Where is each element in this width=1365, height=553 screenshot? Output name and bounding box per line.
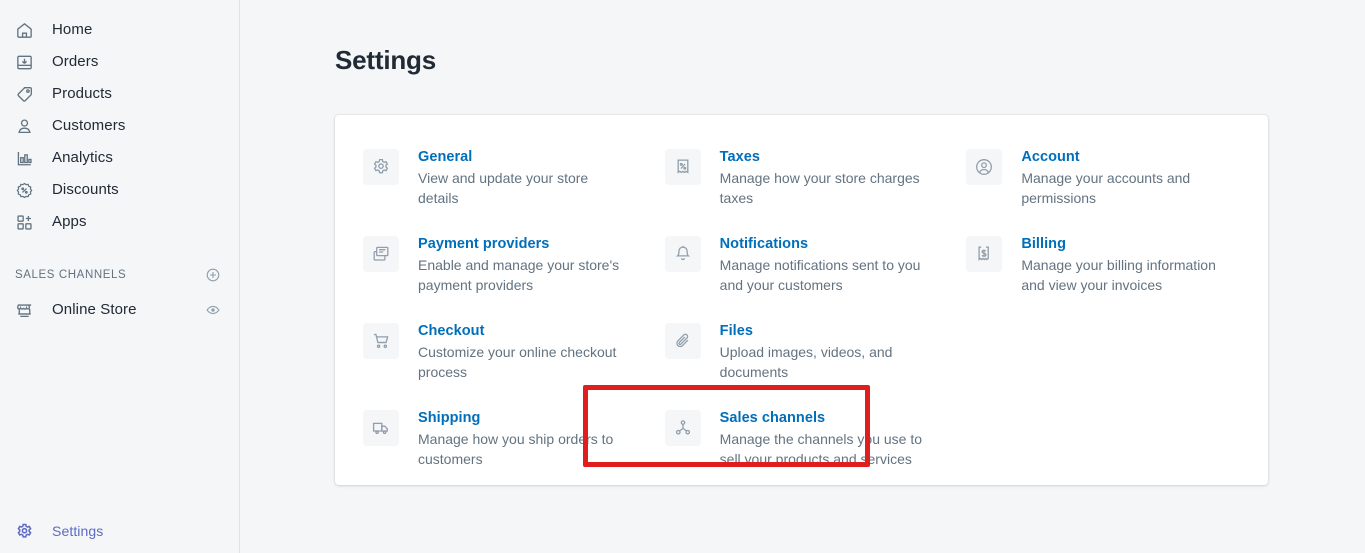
settings-item-desc: Manage how you ship orders to customers (418, 431, 614, 467)
gear-icon (363, 149, 399, 185)
settings-item-title[interactable]: Checkout (418, 321, 629, 341)
sidebar-item-customers[interactable]: Customers (0, 110, 239, 142)
sidebar-item-label: Orders (52, 53, 99, 70)
settings-item-body: Shipping Manage how you ship orders to c… (418, 408, 629, 469)
analytics-bars-icon (14, 148, 34, 168)
settings-item-files[interactable]: Files Upload images, videos, and documen… (647, 313, 949, 400)
settings-item-desc: View and update your store details (418, 170, 589, 206)
settings-grid: General View and update your store detai… (335, 115, 1268, 497)
settings-item-title[interactable]: Billing (1021, 234, 1232, 254)
sidebar-item-label: Analytics (52, 149, 113, 166)
settings-item-body: Account Manage your accounts and permiss… (1021, 147, 1232, 208)
settings-item-taxes[interactable]: Taxes Manage how your store charges taxe… (647, 139, 949, 226)
delivery-truck-icon (363, 410, 399, 446)
sidebar-nav-list: Home Orders Products Customers Analytics… (0, 0, 239, 238)
settings-item-checkout[interactable]: Checkout Customize your online checkout … (345, 313, 647, 400)
eye-icon[interactable] (205, 302, 221, 318)
sidebar: Home Orders Products Customers Analytics… (0, 0, 240, 553)
settings-item-desc: Customize your online checkout process (418, 344, 617, 380)
settings-item-payment-providers[interactable]: Payment providers Enable and manage your… (345, 226, 647, 313)
settings-item-desc: Manage your billing information and view… (1021, 257, 1216, 293)
settings-item-body: Payment providers Enable and manage your… (418, 234, 629, 295)
orders-icon (14, 52, 34, 72)
plus-circle-icon[interactable] (205, 267, 221, 283)
settings-item-empty-1 (948, 313, 1250, 400)
settings-item-desc: Manage notifications sent to you and you… (719, 257, 921, 293)
billing-dollar-receipt-icon (966, 236, 1003, 272)
settings-item-desc: Upload images, videos, and documents (719, 344, 893, 380)
settings-item-body: Billing Manage your billing information … (1021, 234, 1232, 295)
sales-channels-title: SALES CHANNELS (15, 269, 127, 281)
settings-item-title[interactable]: Shipping (418, 408, 629, 428)
settings-item-billing[interactable]: Billing Manage your billing information … (948, 226, 1250, 313)
paperclip-icon (664, 323, 701, 359)
settings-item-desc: Manage the channels you use to sell your… (719, 431, 923, 467)
settings-item-title[interactable]: Payment providers (418, 234, 629, 254)
bell-icon (664, 236, 701, 272)
shopping-cart-icon (363, 323, 399, 359)
account-circle-person-icon (966, 149, 1003, 185)
tax-receipt-percent-icon (664, 149, 701, 185)
sidebar-item-home[interactable]: Home (0, 14, 239, 46)
settings-item-body: General View and update your store detai… (418, 147, 629, 208)
settings-item-general[interactable]: General View and update your store detai… (345, 139, 647, 226)
settings-item-sales-channels[interactable]: Sales channels Manage the channels you u… (647, 400, 949, 487)
shopify-admin-window: Home Orders Products Customers Analytics… (0, 0, 1365, 553)
sidebar-item-label: Customers (52, 117, 126, 134)
settings-item-body: Checkout Customize your online checkout … (418, 321, 629, 382)
sidebar-item-discounts[interactable]: Discounts (0, 174, 239, 206)
settings-item-title[interactable]: Notifications (720, 234, 931, 254)
store-icon (14, 300, 34, 320)
payment-cards-icon (363, 236, 399, 272)
products-tag-icon (14, 84, 34, 104)
settings-item-body: Taxes Manage how your store charges taxe… (720, 147, 931, 208)
settings-item-account[interactable]: Account Manage your accounts and permiss… (948, 139, 1250, 226)
sidebar-item-analytics[interactable]: Analytics (0, 142, 239, 174)
settings-item-desc: Enable and manage your store's payment p… (418, 257, 620, 293)
sidebar-item-products[interactable]: Products (0, 78, 239, 110)
home-icon (14, 20, 34, 40)
settings-item-desc: Manage your accounts and permissions (1021, 170, 1191, 206)
sidebar-item-label: Apps (52, 213, 87, 230)
settings-item-title[interactable]: General (418, 147, 629, 167)
sidebar-item-label: Online Store (52, 301, 137, 318)
settings-item-empty-2 (948, 400, 1250, 487)
sidebar-item-label: Home (52, 21, 93, 38)
apps-grid-plus-icon (14, 212, 34, 232)
settings-item-shipping[interactable]: Shipping Manage how you ship orders to c… (345, 400, 647, 487)
settings-item-body: Notifications Manage notifications sent … (720, 234, 931, 295)
settings-item-title[interactable]: Files (720, 321, 931, 341)
sidebar-item-orders[interactable]: Orders (0, 46, 239, 78)
settings-item-body: Sales channels Manage the channels you u… (720, 408, 931, 469)
main-content: Settings General View and update your st… (240, 0, 1365, 553)
sidebar-item-apps[interactable]: Apps (0, 206, 239, 238)
page-title: Settings (335, 45, 436, 75)
sales-channels-node-icon (664, 410, 701, 446)
settings-item-title[interactable]: Taxes (720, 147, 931, 167)
customers-person-icon (14, 116, 34, 136)
settings-item-body: Files Upload images, videos, and documen… (720, 321, 931, 382)
sidebar-item-settings[interactable]: Settings (0, 515, 240, 547)
gear-icon (14, 521, 34, 541)
settings-item-notifications[interactable]: Notifications Manage notifications sent … (647, 226, 949, 313)
sidebar-item-label: Settings (52, 523, 104, 539)
sales-channels-section-header: SALES CHANNELS (0, 260, 239, 290)
sidebar-item-online-store[interactable]: Online Store (0, 294, 239, 326)
settings-item-title[interactable]: Sales channels (720, 408, 931, 428)
sidebar-item-label: Discounts (52, 181, 119, 198)
settings-item-title[interactable]: Account (1021, 147, 1232, 167)
discounts-percent-icon (14, 180, 34, 200)
settings-item-desc: Manage how your store charges taxes (719, 170, 920, 206)
settings-card: General View and update your store detai… (335, 115, 1268, 485)
sidebar-item-label: Products (52, 85, 112, 102)
